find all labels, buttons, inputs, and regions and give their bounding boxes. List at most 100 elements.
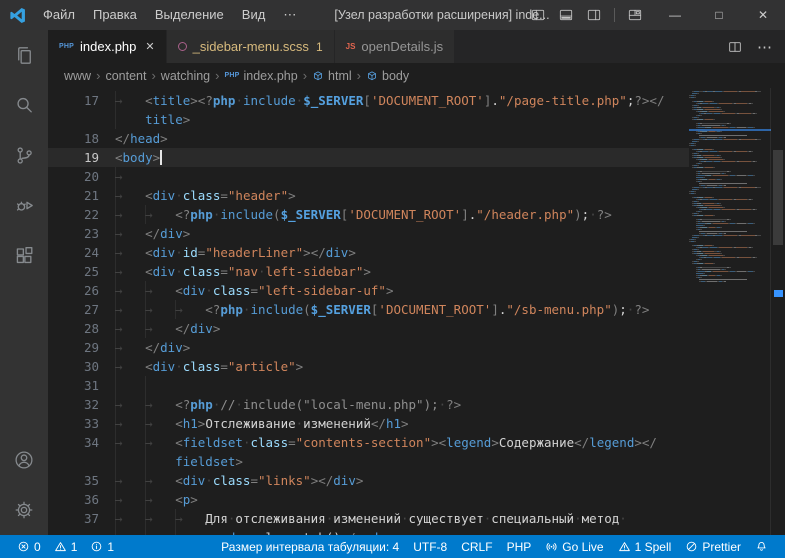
code-line-19[interactable]: 19 <body> — [48, 148, 689, 167]
status-prettier[interactable]: Prettier — [678, 535, 748, 558]
menu-item-5[interactable]: ⋯ — [274, 0, 305, 30]
code-line-text[interactable]: → → <h1>Отслеживание·изменений</h1> — [115, 414, 689, 433]
status-notifications[interactable] — [748, 535, 775, 558]
tab-whitespace-icon: → — [115, 207, 123, 222]
maximize-button[interactable]: □ — [697, 0, 741, 30]
menu-item-2[interactable]: Правка — [84, 0, 146, 30]
code-line-36[interactable]: 36 → → <p> — [48, 490, 689, 509]
code-line-26[interactable]: 26 → → <div·class="left-sidebar-uf"> — [48, 281, 689, 300]
code-line-28[interactable]: 28 → → </div> — [48, 319, 689, 338]
activity-explorer-icon[interactable] — [0, 30, 48, 80]
activity-run-debug-icon[interactable] — [0, 180, 48, 230]
status-go-live[interactable]: Go Live — [538, 535, 610, 558]
code-line-text[interactable]: </head> — [115, 129, 689, 148]
code-line-text[interactable]: → → <div·class="links"></div> — [115, 471, 689, 490]
more-actions-icon[interactable]: ⋯ — [757, 38, 773, 56]
whitespace-dot: · — [235, 93, 243, 108]
code-line-text[interactable]: title> — [115, 110, 689, 129]
code-line-text[interactable]: → <div·class="nav·left-sidebar"> — [115, 262, 689, 281]
code-line-text[interactable]: → → → <?php·include($_SERVER['DOCUMENT_ROOT… — [115, 300, 689, 319]
code-line-text[interactable]: → → <p> — [115, 490, 689, 509]
tab-index.php[interactable]: PHP index.php ✕ — [48, 30, 167, 63]
code-line-33[interactable]: 33 → → <h1>Отслеживание·изменений</h1> — [48, 414, 689, 433]
activity-search-icon[interactable] — [0, 80, 48, 130]
code-line-text[interactable]: → — [115, 167, 689, 186]
code-line-17[interactable]: 17 → <title><?php·include·$_SERVER['DOCUME… — [48, 91, 689, 110]
code-line-text[interactable]: → → <div·class="left-sidebar-uf"> — [115, 281, 689, 300]
status-language[interactable]: PHP — [500, 535, 539, 558]
activity-settings-icon[interactable] — [0, 485, 48, 535]
code-line-37-wrap[interactable]: <code>gulp.watch()</code>; — [48, 528, 689, 535]
code-line-32[interactable]: 32 → → <?php·//·include("local-menu.php");·… — [48, 395, 689, 414]
code-line-35[interactable]: 35 → → <div·class="links"></div> — [48, 471, 689, 490]
customize-layout-icon[interactable] — [627, 7, 643, 23]
code-line-text[interactable]: → → → Для·отслеживания·изменений·существует… — [115, 509, 689, 528]
code-line-34[interactable]: 34 → → <fieldset·class="contents-section"><… — [48, 433, 689, 452]
tab-_sidebar-menu.scss[interactable]: _sidebar-menu.scss 1 — [166, 30, 335, 63]
menu-item-4[interactable]: Вид — [233, 0, 275, 30]
code-line-34-wrap[interactable]: fieldset> — [48, 452, 689, 471]
code-line-25[interactable]: 25 → <div·class="nav·left-sidebar"> — [48, 262, 689, 281]
code-line-29[interactable]: 29 → </div> — [48, 338, 689, 357]
code-line-24[interactable]: 24 → <div·id="headerLiner"></div> — [48, 243, 689, 262]
minimap-token — [719, 199, 732, 200]
close-button[interactable]: ✕ — [741, 0, 785, 30]
minimap-line — [692, 107, 771, 108]
code-line-text[interactable]: → <div·id="headerLiner"></div> — [115, 243, 689, 262]
minimap[interactable] — [689, 91, 771, 535]
status-tab-size[interactable]: Размер интервала табуляции: 4 — [214, 535, 406, 558]
code-line-30[interactable]: 30 → <div·class="article"> — [48, 357, 689, 376]
breadcrumb-index.php[interactable]: PHP index.php — [224, 69, 297, 83]
activity-accounts-icon[interactable] — [0, 435, 48, 485]
code-line-20[interactable]: 20 → — [48, 167, 689, 186]
code-line-18[interactable]: 18 </head> — [48, 129, 689, 148]
tab-openDetails.js[interactable]: JS openDetails.js — [334, 30, 456, 63]
status-spell[interactable]: 1 Spell — [611, 535, 679, 558]
code-line-23[interactable]: 23 → </div> — [48, 224, 689, 243]
code-line-text[interactable]: → <div·class="article"> — [115, 357, 689, 376]
scrollbar-thumb[interactable] — [773, 150, 783, 245]
minimize-button[interactable]: — — [653, 0, 697, 30]
code-line-text[interactable]: → → <fieldset·class="contents-section"><le… — [115, 433, 689, 452]
code-line-31[interactable]: 31 — [48, 376, 689, 395]
code-line-27[interactable]: 27 → → → <?php·include($_SERVER['DOCUMENT_RO… — [48, 300, 689, 319]
toggle-panel-icon[interactable] — [558, 7, 574, 23]
split-editor-icon[interactable] — [727, 39, 743, 55]
code-line-text[interactable]: <body> — [115, 148, 689, 167]
breadcrumb-www[interactable]: www — [64, 69, 91, 83]
breadcrumb-body[interactable]: body — [366, 69, 409, 83]
menu-item-3[interactable]: Выделение — [146, 0, 233, 30]
status-eol[interactable]: CRLF — [454, 535, 499, 558]
code-line-text[interactable]: → <div·class="header"> — [115, 186, 689, 205]
code-line-text[interactable]: → <title><?php·include·$_SERVER['DOCUMENT… — [115, 91, 689, 110]
status-encoding[interactable]: UTF-8 — [406, 535, 454, 558]
code-line-22[interactable]: 22 → → <?php·include($_SERVER['DOCUMENT_ROO… — [48, 205, 689, 224]
vscode-logo-icon[interactable] — [0, 6, 34, 25]
status-problems[interactable]: 0 1 1 — [10, 535, 121, 558]
minimap-line — [695, 275, 771, 276]
breadcrumb-html[interactable]: html — [312, 69, 352, 83]
code-line-17-wrap[interactable]: title> — [48, 110, 689, 129]
toggle-secondary-sidebar-icon[interactable] — [586, 7, 602, 23]
code-line-text[interactable]: → </div> — [115, 224, 689, 243]
breadcrumb-watching[interactable]: watching — [161, 69, 210, 83]
code-line-text[interactable]: fieldset> — [115, 452, 689, 471]
menu-item-1[interactable]: Файл — [34, 0, 84, 30]
activity-source-control-icon[interactable] — [0, 130, 48, 180]
code-line-text[interactable]: → → <?php·include($_SERVER['DOCUMENT_ROOT'… — [115, 205, 689, 224]
code-line-21[interactable]: 21 → <div·class="header"> — [48, 186, 689, 205]
tab-whitespace-icon: → — [115, 245, 123, 260]
code-area[interactable]: 17 → <title><?php·include·$_SERVER['DOCUME… — [48, 88, 689, 535]
code-line-text[interactable]: <code>gulp.watch()</code>; — [115, 528, 689, 535]
breadcrumb-content[interactable]: content — [105, 69, 146, 83]
minimap-line — [699, 183, 771, 184]
code-line-37[interactable]: 37 → → → Для·отслеживания·изменений·существу… — [48, 509, 689, 528]
code-line-text[interactable] — [115, 376, 689, 395]
tab-close-icon[interactable]: ✕ — [145, 40, 154, 53]
code-line-text[interactable]: → → </div> — [115, 319, 689, 338]
code-line-text[interactable]: → → <?php·//·include("local-menu.php");·?> — [115, 395, 689, 414]
activity-extensions-icon[interactable] — [0, 230, 48, 280]
whitespace-dot: · — [205, 283, 213, 298]
scrollbar[interactable] — [770, 88, 785, 535]
code-line-text[interactable]: → </div> — [115, 338, 689, 357]
